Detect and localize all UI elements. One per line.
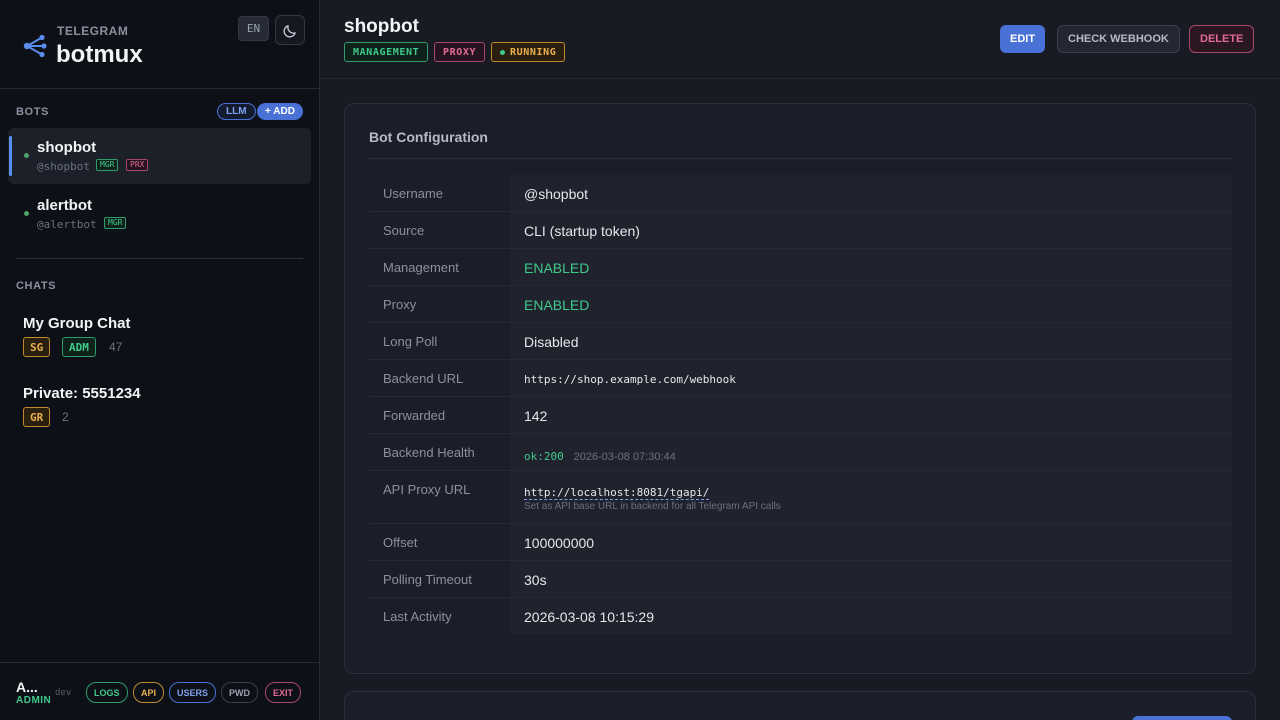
row-value: CLI (startup token) (524, 223, 640, 239)
chats-section-label: CHATS (16, 280, 57, 292)
row-value: ENABLED (524, 297, 590, 313)
chat-name: My Group Chat (23, 315, 131, 332)
config-row-backend-health: Backend Health ok:200 2026-03-08 07:30:4… (369, 434, 1232, 471)
chat-type-chip: SG (23, 337, 51, 357)
edit-button[interactable]: EDIT (1000, 25, 1046, 53)
bot-name: alertbot (37, 197, 93, 214)
user-name: A... (16, 679, 38, 695)
running-status-badge: RUNNING (491, 42, 566, 62)
exit-button[interactable]: EXIT (265, 682, 302, 703)
row-value: http://localhost:8081/tgapi/ (524, 483, 710, 500)
bot-item-alertbot[interactable]: alertbot @alertbot MGR (8, 186, 311, 242)
row-value: ENABLED (524, 260, 590, 276)
password-button[interactable]: PWD (221, 682, 258, 703)
row-label: Source (383, 223, 425, 238)
config-row-long-poll: Long Poll Disabled (369, 323, 1232, 360)
row-value: 2026-03-08 10:15:29 (524, 609, 654, 625)
brand-subtitle: TELEGRAM (57, 24, 129, 38)
row-value: 142 (524, 408, 548, 424)
config-row-last-activity: Last Activity 2026-03-08 10:15:29 (369, 598, 1232, 634)
chat-item-my-group-chat[interactable]: My Group Chat SG ADM 47 (8, 315, 311, 371)
bot-name: shopbot (37, 139, 97, 156)
config-row-forwarded: Forwarded 142 (369, 397, 1232, 434)
chat-member-count: 2 (62, 410, 69, 424)
active-indicator (9, 136, 12, 176)
logs-button[interactable]: LOGS (86, 682, 128, 703)
chat-member-count: 47 (109, 340, 123, 354)
prx-tag: PRX (126, 159, 149, 171)
llm-button[interactable]: LLM (217, 103, 256, 120)
sidebar: TELEGRAM botmux EN BOTS LLM + ADD shopbo… (0, 0, 320, 720)
row-value: 100000000 (524, 535, 595, 551)
chat-role-chip: ADM (62, 337, 96, 357)
status-dot (24, 153, 29, 158)
page-title: shopbot (344, 16, 419, 37)
row-label: Long Poll (383, 334, 438, 349)
config-row-source: Source CLI (startup token) (369, 212, 1232, 249)
add-bot-button[interactable]: + ADD (257, 103, 303, 120)
bot-configuration-card: Bot Configuration Username @shopbot Sour… (344, 103, 1256, 674)
config-row-proxy: Proxy ENABLED (369, 286, 1232, 323)
chat-type-chip: GR (23, 407, 51, 427)
api-proxy-url-link[interactable]: http://localhost:8081/tgapi/ (524, 486, 710, 500)
card-divider (369, 158, 1232, 159)
row-label: Offset (383, 535, 418, 550)
config-row-management: Management ENABLED (369, 249, 1232, 286)
moon-icon (283, 24, 296, 37)
config-row-username: Username @shopbot (369, 175, 1232, 212)
running-dot (500, 49, 505, 55)
row-label: Last Activity (383, 609, 452, 624)
secondary-card-button[interactable] (1132, 716, 1232, 720)
proxy-tag: PROXY (434, 42, 486, 62)
config-row-backend-url: Backend URL https://shop.example.com/web… (369, 360, 1232, 397)
config-table: Username @shopbot Source CLI (startup to… (369, 175, 1232, 634)
row-value: @shopbot (524, 186, 589, 202)
sidebar-divider (16, 258, 303, 259)
share-network-icon (23, 34, 47, 58)
management-tag: MANAGEMENT (344, 42, 429, 62)
check-webhook-button[interactable]: CHECK WEBHOOK (1057, 25, 1180, 53)
bot-handle: @shopbot (37, 160, 90, 173)
row-label: Backend URL (383, 371, 464, 386)
delete-button[interactable]: DELETE (1189, 25, 1255, 53)
status-dot (24, 211, 29, 216)
mgr-tag: MGR (96, 159, 119, 171)
config-row-api-proxy-url: API Proxy URL http://localhost:8081/tgap… (369, 471, 1232, 524)
bots-section-label: BOTS (16, 106, 49, 118)
row-label: Forwarded (383, 408, 446, 423)
main-header: shopbot MANAGEMENT PROXY RUNNING EDIT CH… (320, 0, 1280, 79)
health-status: ok:200 (524, 450, 564, 463)
card-title: Bot Configuration (369, 129, 488, 145)
row-label: Username (383, 186, 443, 201)
secondary-card (344, 691, 1256, 720)
row-label: Proxy (383, 297, 417, 312)
api-proxy-help-text: Set as API base URL in backend for all T… (524, 501, 781, 512)
api-button[interactable]: API (133, 682, 165, 703)
running-label: RUNNING (510, 46, 557, 58)
bot-item-shopbot[interactable]: shopbot @shopbot MGR PRX (8, 128, 311, 184)
user-role: ADMIN (16, 695, 52, 706)
chat-item-private[interactable]: Private: 5551234 GR 2 (8, 385, 311, 441)
language-toggle[interactable]: EN (238, 16, 269, 41)
brand-name: botmux (56, 41, 143, 68)
bot-handle: @alertbot (37, 218, 97, 231)
row-label: API Proxy URL (383, 482, 471, 497)
config-row-polling-timeout: Polling Timeout 30s (369, 561, 1232, 598)
row-label: Backend Health (383, 445, 475, 460)
row-label: Polling Timeout (383, 572, 472, 587)
brand-header: TELEGRAM botmux EN (0, 0, 319, 89)
config-row-offset: Offset 100000000 (369, 524, 1232, 561)
sidebar-footer: A... ADMIN dev LOGS API USERS PWD EXIT (0, 662, 319, 720)
health-timestamp: 2026-03-08 07:30:44 (573, 451, 676, 463)
row-value: 30s (524, 572, 547, 588)
chat-name: Private: 5551234 (23, 385, 141, 402)
users-button[interactable]: USERS (169, 682, 217, 703)
row-value: Disabled (524, 334, 579, 350)
row-label: Management (383, 260, 459, 275)
theme-toggle[interactable] (275, 15, 305, 45)
row-value: ok:200 2026-03-08 07:30:44 (524, 447, 676, 463)
environment-label: dev (55, 688, 72, 698)
row-value: https://shop.example.com/webhook (524, 373, 736, 386)
mgr-tag: MGR (104, 217, 127, 229)
